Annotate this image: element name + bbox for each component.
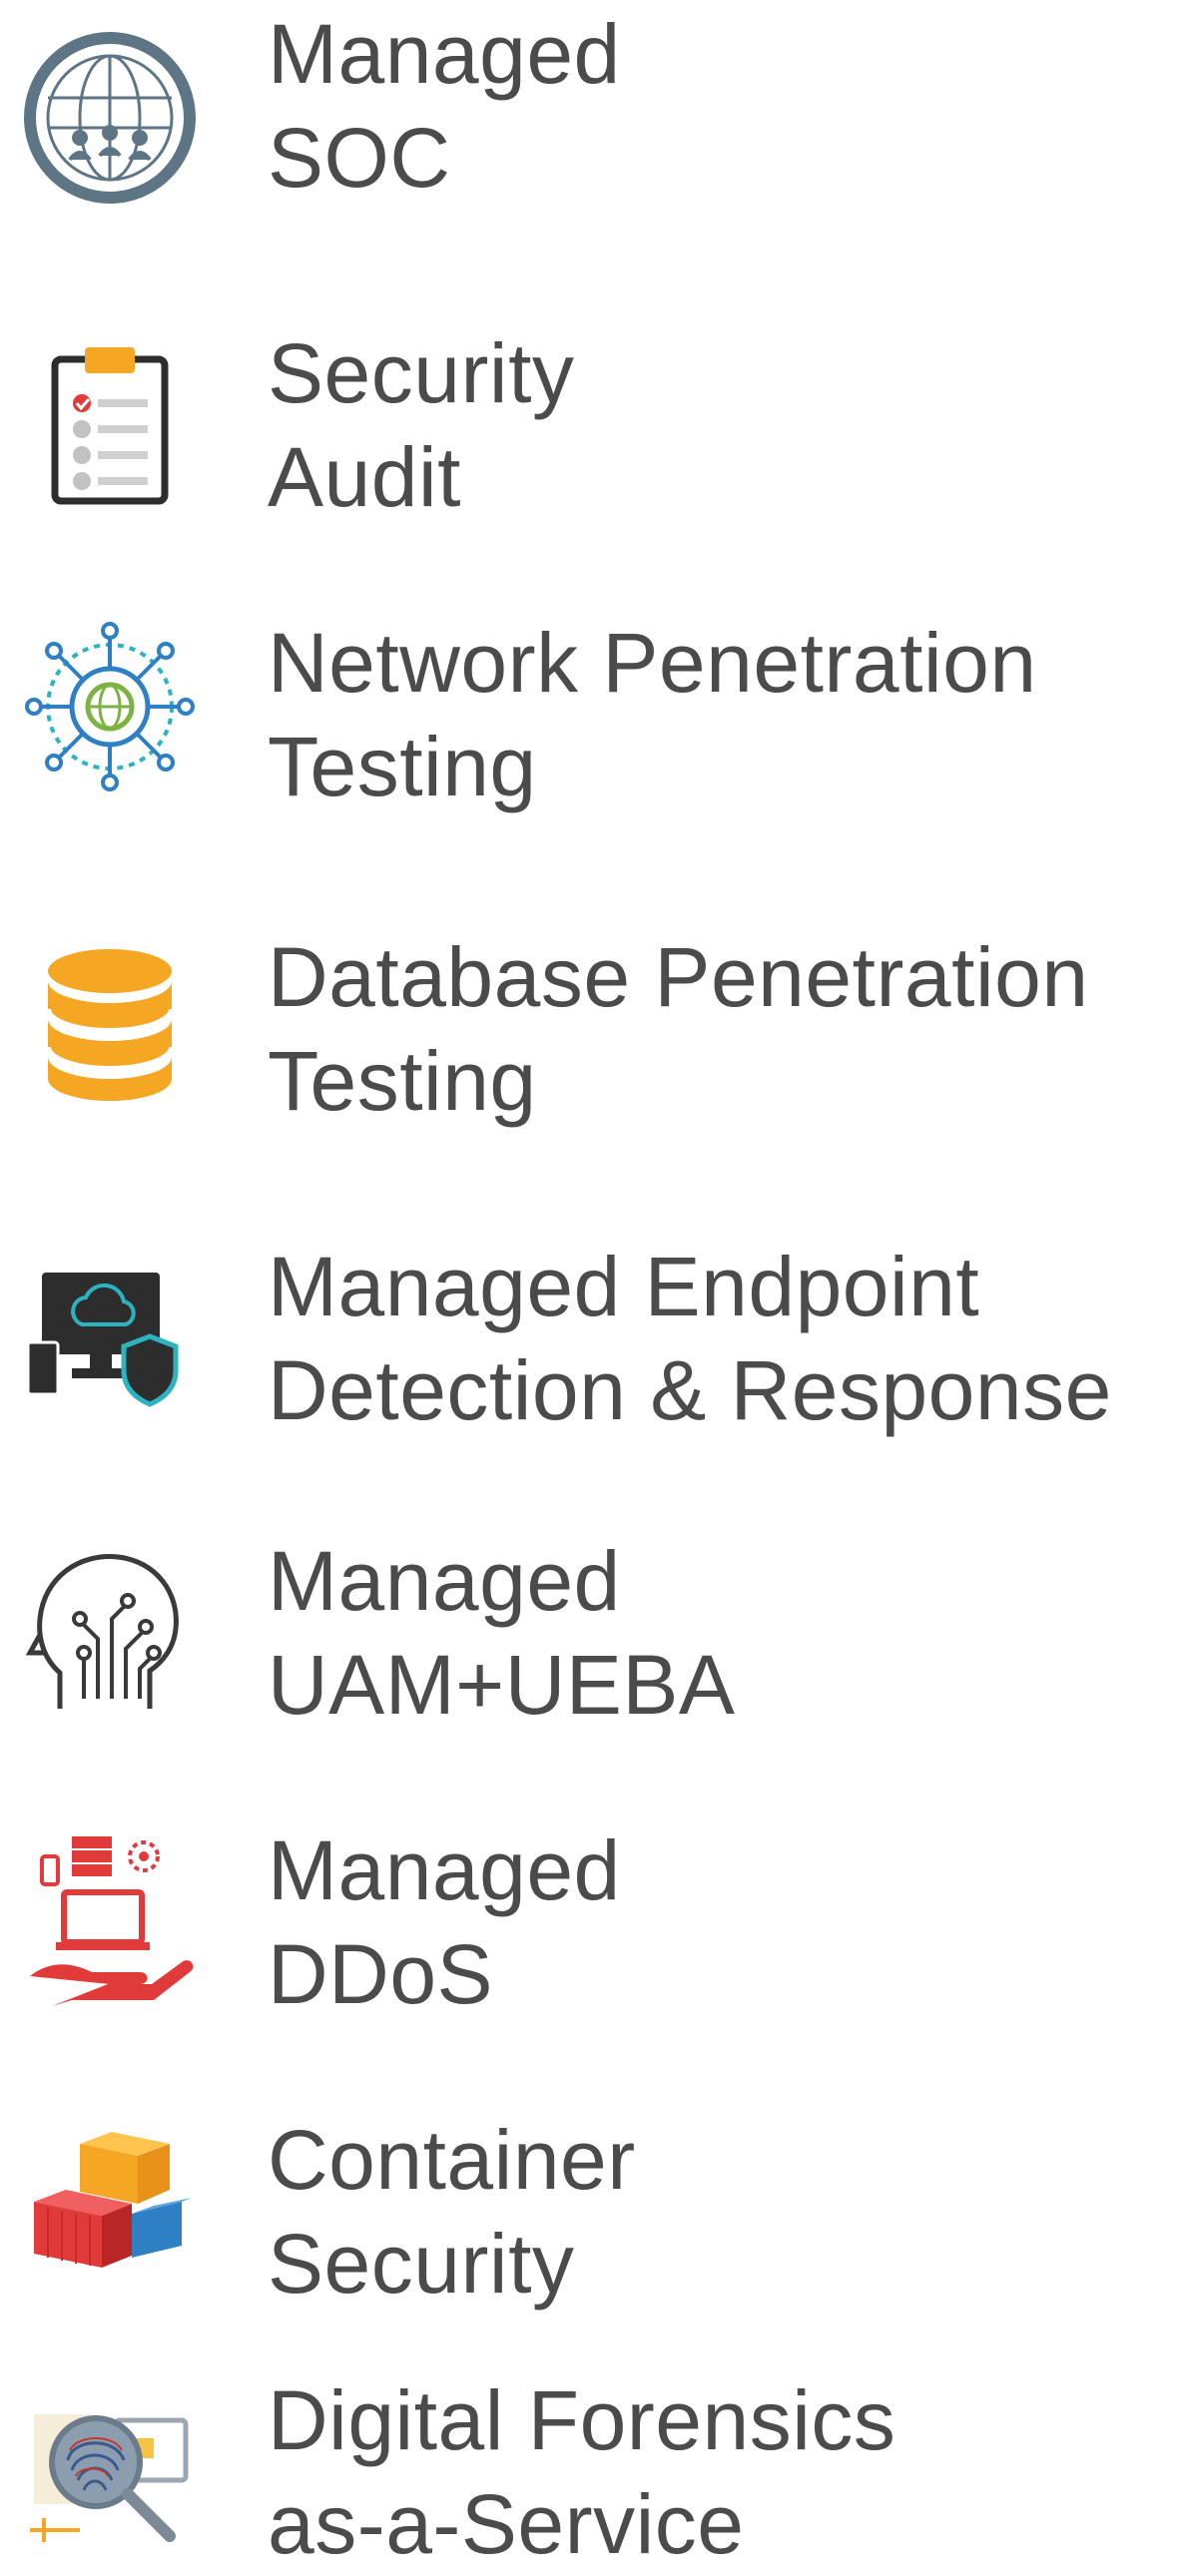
service-label-line1: Database Penetration [268,930,1089,1024]
service-label-line2: Testing [268,1034,537,1128]
service-item-digital-forensics[interactable]: Digital Forensics as-a-Service [0,2370,1182,2571]
globe-network-icon [20,28,200,208]
service-label-line2: Testing [268,720,537,813]
service-item-network-penetration-testing[interactable]: Network Penetration Testing [0,609,1182,818]
service-label-line2: SOC [268,111,451,205]
service-item-managed-ddos[interactable]: Managed DDoS [0,1816,1182,2026]
service-label-line2: as-a-Service [268,2477,745,2571]
service-item-container-security[interactable]: Container Security [0,2106,1182,2316]
service-label: Managed UAM+UEBA [268,1529,735,1737]
service-label: Network Penetration Testing [268,611,1037,818]
service-item-managed-endpoint-detection[interactable]: Managed Endpoint Detection & Response [0,1233,1182,1442]
fingerprint-magnifier-icon [20,2380,200,2560]
service-item-managed-soc[interactable]: Managed SOC [0,0,1182,210]
service-label-line2: UAM+UEBA [268,1638,736,1732]
service-label: Managed SOC [268,2,621,210]
service-label-line2: DDoS [268,1927,494,2021]
service-item-security-audit[interactable]: Security Audit [0,319,1182,529]
service-label-line1: Network Penetration [268,616,1037,710]
service-label-line2: Audit [268,430,461,524]
service-label-line1: Managed [268,1534,621,1628]
database-icon [20,933,200,1113]
service-item-managed-uam-ueba[interactable]: Managed UAM+UEBA [0,1527,1182,1737]
service-label: Database Penetration Testing [268,925,1089,1133]
network-globe-icon [20,617,200,796]
service-item-database-penetration-testing[interactable]: Database Penetration Testing [0,923,1182,1133]
service-label: Managed DDoS [268,1818,621,2026]
hand-laptop-server-icon [20,1826,200,2006]
shipping-containers-icon [20,2116,200,2296]
service-label-line2: Security [268,2217,575,2311]
service-label-line1: Container [268,2113,636,2207]
service-label: Digital Forensics as-a-Service [268,2368,895,2576]
service-label-line1: Managed [268,7,621,101]
service-label: Security Audit [268,321,574,529]
service-label-line2: Detection & Response [268,1343,1112,1437]
endpoint-devices-shield-icon [20,1245,200,1424]
service-label-line1: Security [268,326,575,420]
service-label-line1: Managed Endpoint [268,1240,980,1333]
service-label: Managed Endpoint Detection & Response [268,1235,1112,1442]
service-label: Container Security [268,2108,636,2316]
head-circuit-icon [20,1539,200,1719]
clipboard-checklist-icon [20,337,200,517]
service-label-line1: Managed [268,1823,621,1917]
service-label-line1: Digital Forensics [268,2373,896,2467]
